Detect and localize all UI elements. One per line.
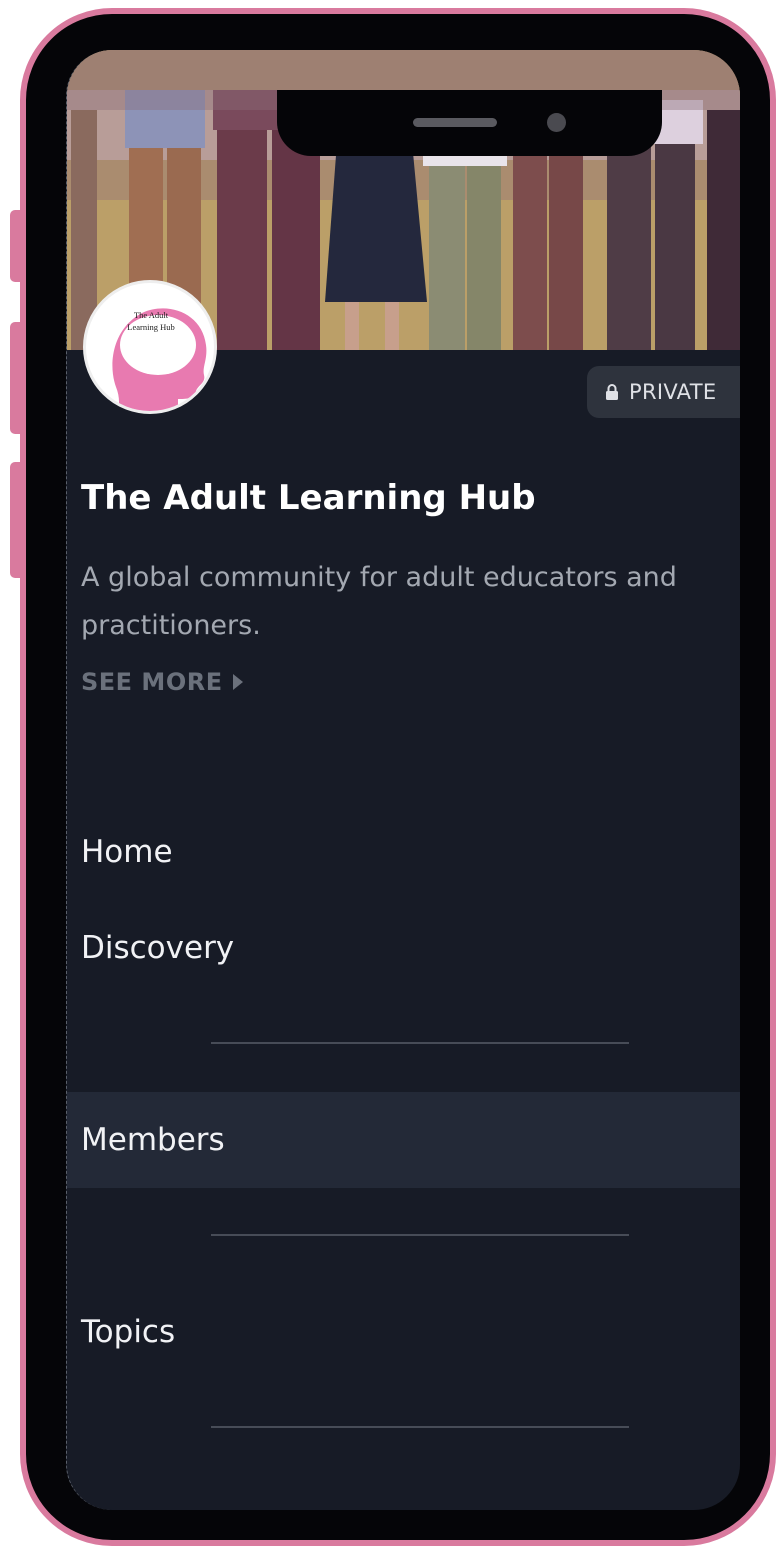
phone-notch <box>277 90 662 156</box>
group-description: A global community for adult educators a… <box>81 562 677 641</box>
chevron-right-icon <box>232 674 243 690</box>
app-screen: The Adult Learning Hub PRIVATE The Adult… <box>66 50 740 1510</box>
privacy-label: PRIVATE <box>629 380 717 404</box>
nav-item-label: Discovery <box>81 930 235 966</box>
lock-icon <box>606 384 618 400</box>
nav-item-label: Topics <box>81 1314 176 1350</box>
nav-item-label: Home <box>81 834 173 870</box>
nav-item-label: Members <box>81 1122 225 1158</box>
nav-item-home[interactable]: Home <box>67 804 740 900</box>
group-logo[interactable]: The Adult Learning Hub <box>83 280 217 414</box>
section-divider <box>211 1234 629 1236</box>
front-camera <box>547 113 566 132</box>
group-title: The Adult Learning Hub <box>81 478 536 518</box>
nav-item-topics[interactable]: Topics <box>67 1284 740 1380</box>
nav-item-discovery[interactable]: Discovery <box>67 900 740 996</box>
section-divider <box>211 1042 629 1044</box>
speaker-grille <box>413 118 497 127</box>
nav-item-members[interactable]: Members <box>67 1092 740 1188</box>
see-more-link[interactable]: SEE MORE <box>81 668 243 696</box>
logo-text: The Adult Learning Hub <box>127 310 175 332</box>
see-more-label: SEE MORE <box>81 668 223 696</box>
section-divider <box>211 1426 629 1428</box>
privacy-badge: PRIVATE <box>587 366 740 418</box>
